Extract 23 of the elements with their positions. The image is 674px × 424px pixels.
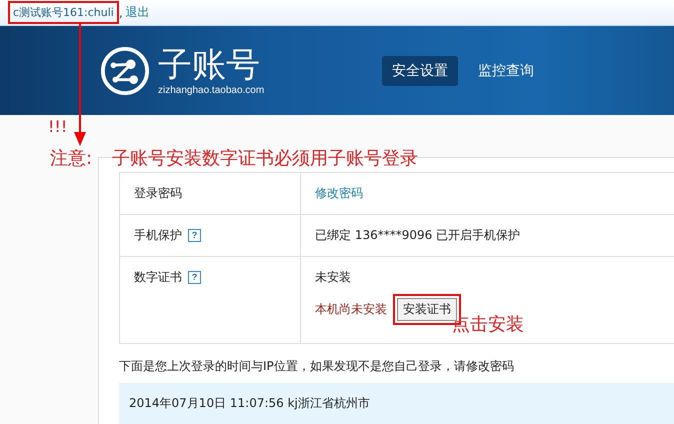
row-label: 数字证书	[134, 269, 182, 286]
help-icon[interactable]: ?	[188, 271, 201, 284]
status-text: 未安装	[315, 269, 351, 286]
share-nodes-icon	[100, 46, 150, 96]
site-title: 子账号	[158, 46, 261, 84]
username-text: c测试账号161:chuli	[13, 6, 114, 19]
notice-text: 子账号安装数字证书必须用子账号登录	[112, 147, 418, 170]
status-text: 已绑定 136****9096 已开启手机保护	[315, 227, 520, 244]
site-url: zizhanghao.taobao.com	[158, 84, 264, 96]
help-icon[interactable]: ?	[188, 229, 201, 242]
nav-tab[interactable]: 监控查询	[468, 56, 544, 86]
change-password-link[interactable]: 修改密码	[315, 185, 363, 202]
row-label: 手机保护	[134, 227, 182, 244]
notice-label: 注意:	[50, 147, 94, 170]
exclamation-marks: !!!	[48, 117, 68, 136]
last-login-text: 2014年07月10日 11:07:56 kj浙江省杭州市	[129, 396, 370, 410]
install-button[interactable]: 安装证书	[397, 298, 457, 321]
login-note: 下面是您上次登录的时间与IP位置，如果发现不是您自己登录，请修改密码	[119, 358, 515, 375]
warning-text: 本机尚未安装	[315, 301, 387, 318]
separator-text: ,	[118, 6, 123, 20]
nav-tab[interactable]: 安全设置	[382, 56, 458, 86]
row-label: 登录密码	[134, 185, 182, 202]
logout-link[interactable]: 退出	[126, 4, 150, 21]
